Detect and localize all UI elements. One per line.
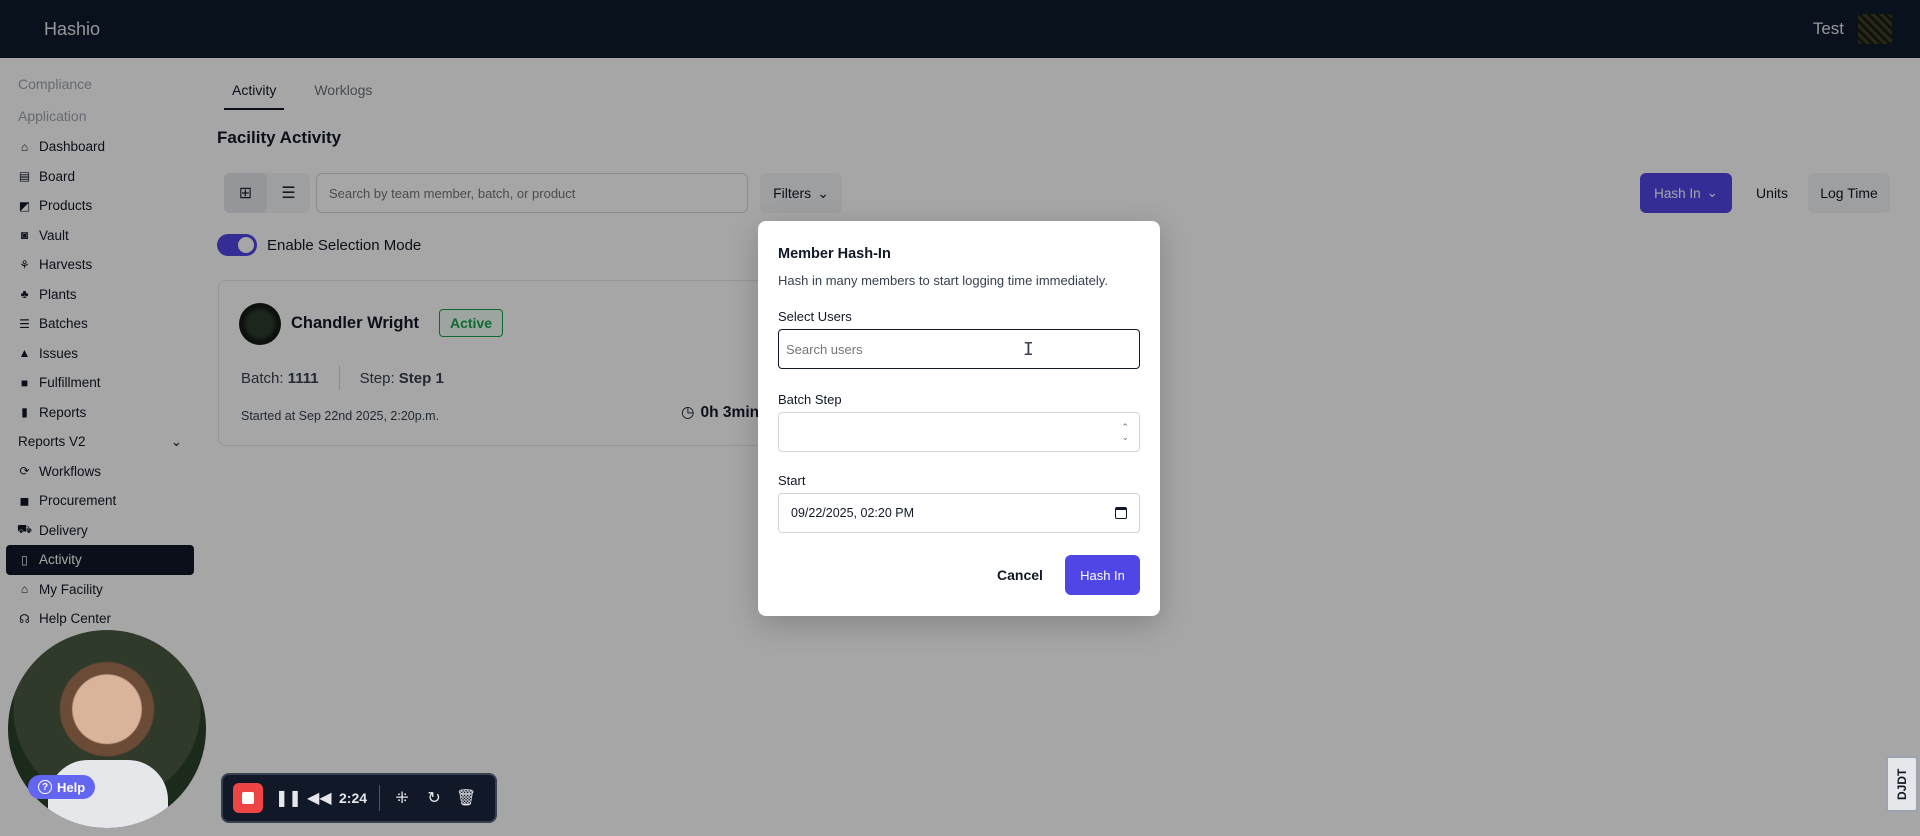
dialog-description: Hash in many members to start logging ti… (778, 273, 1108, 288)
start-datetime-value: 09/22/2025, 02:20 PM (791, 506, 915, 520)
grid-icon[interactable]: ⁜ (392, 788, 412, 808)
help-label: Help (57, 779, 86, 795)
stop-record-icon[interactable] (233, 783, 263, 813)
batch-step-label: Batch Step (778, 392, 842, 407)
divider (379, 785, 381, 811)
rewind-icon[interactable]: ◀◀ (307, 788, 332, 808)
dialog-title: Member Hash-In (778, 246, 891, 262)
help-button[interactable]: ? Help (28, 775, 96, 799)
debug-toolbar-badge[interactable]: DJDT (1886, 756, 1918, 812)
screen-recorder-bar: ❚❚ ◀◀ 2:24 ⁜ ↻ 🗑 (221, 773, 497, 823)
cancel-button[interactable]: Cancel (993, 555, 1047, 595)
text-cursor-icon: I (1023, 339, 1034, 360)
select-users-label: Select Users (778, 309, 852, 324)
confirm-hash-in-button[interactable]: Hash In (1065, 555, 1140, 595)
recording-time: 2:24 (339, 790, 368, 806)
restart-icon[interactable]: ↻ (424, 788, 444, 808)
start-label: Start (778, 473, 806, 488)
pause-icon[interactable]: ❚❚ (275, 788, 302, 808)
trash-icon[interactable]: 🗑 (456, 788, 476, 808)
search-users-input[interactable] (778, 329, 1140, 369)
calendar-icon[interactable] (1115, 507, 1127, 519)
start-datetime-input[interactable]: 09/22/2025, 02:20 PM (778, 493, 1140, 533)
question-icon: ? (38, 780, 52, 794)
member-hash-in-dialog: Member Hash-In Hash in many members to s… (758, 221, 1160, 616)
batch-step-select[interactable]: ⌃ ⌄ (778, 412, 1140, 452)
updown-chevron-icon: ⌃ ⌄ (1121, 422, 1129, 442)
